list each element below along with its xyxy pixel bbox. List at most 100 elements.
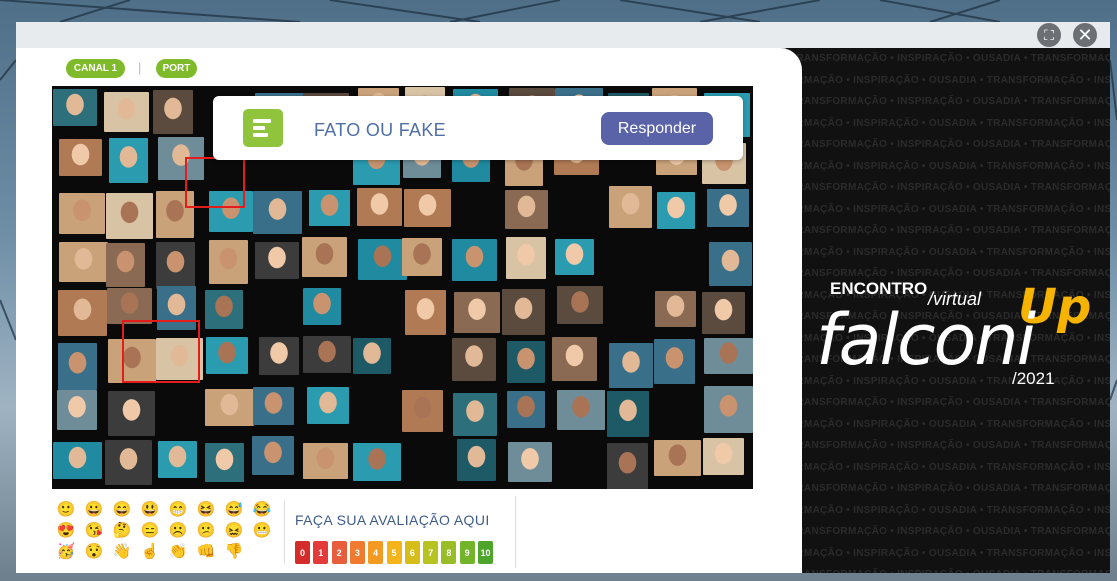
participant-tile	[502, 289, 545, 335]
participant-tile	[206, 337, 248, 374]
logo-year: /2021	[1012, 369, 1055, 388]
participant-tile	[302, 237, 347, 277]
participant-tile	[259, 337, 299, 375]
participant-tile	[506, 237, 546, 279]
participant-tile	[609, 343, 653, 388]
participant-tile	[303, 288, 341, 325]
participant-tile	[452, 239, 497, 281]
participant-tile	[105, 440, 152, 485]
participant-tile	[104, 92, 149, 132]
reaction-emoji[interactable]: 🥳	[56, 542, 76, 562]
participant-tile	[59, 242, 108, 282]
reaction-emoji[interactable]: 🤔	[112, 521, 132, 541]
rating-0-button[interactable]: 0	[295, 541, 310, 564]
participant-tile	[106, 243, 145, 287]
rating-8-button[interactable]: 8	[441, 541, 457, 564]
participant-tile	[156, 242, 195, 289]
reaction-emoji[interactable]: 😖	[224, 521, 244, 541]
reaction-emoji[interactable]: 😅	[224, 500, 244, 520]
participant-tile	[404, 189, 451, 227]
participant-tile	[402, 238, 442, 276]
participant-tile	[353, 443, 401, 481]
reaction-emoji[interactable]: 😂	[252, 500, 272, 520]
participant-tile	[205, 443, 244, 482]
reaction-emoji[interactable]: 😀	[84, 500, 104, 520]
participant-tile	[253, 387, 294, 425]
participant-tile	[609, 186, 652, 228]
participant-tile	[704, 386, 753, 433]
participant-tile	[709, 242, 752, 286]
participant-tile	[59, 193, 105, 234]
participant-tile	[303, 443, 348, 479]
rating-5-button[interactable]: 5	[386, 541, 402, 564]
reaction-emoji[interactable]: 👎	[224, 542, 244, 562]
reaction-emoji[interactable]: 😆	[196, 500, 216, 520]
language-button[interactable]: PORT	[156, 59, 197, 78]
participant-tile	[109, 138, 148, 183]
reaction-emoji[interactable]: ☹️	[168, 521, 188, 541]
rating-3-button[interactable]: 3	[349, 541, 365, 564]
fullscreen-icon[interactable]: ⛶	[1037, 23, 1061, 47]
participant-tile	[59, 139, 102, 176]
reaction-emoji[interactable]: 😬	[252, 521, 272, 541]
participant-tile	[303, 336, 351, 373]
rating-10-button[interactable]: 10	[478, 541, 493, 564]
participant-tile	[655, 291, 696, 327]
channel-button[interactable]: CANAL 1	[66, 59, 125, 78]
reaction-emoji[interactable]: ☝️	[140, 542, 160, 562]
reaction-emoji[interactable]: 😑	[140, 521, 160, 541]
participant-tile	[557, 286, 603, 324]
participant-tile	[255, 242, 299, 279]
event-brand-panel: TRANSFORMAÇÃO • INSPIRAÇÃO • OUSADIA • T…	[786, 48, 1110, 573]
reaction-emoji[interactable]: 😃	[140, 500, 160, 520]
participant-tile	[205, 389, 254, 426]
reaction-emoji[interactable]: 😁	[168, 500, 188, 520]
respond-button[interactable]: Responder	[601, 112, 713, 145]
participant-tile	[457, 439, 496, 481]
logo-encontro: ENCONTRO	[830, 279, 928, 298]
reaction-emoji[interactable]: 👏	[168, 542, 188, 562]
reaction-emoji[interactable]: 👊	[196, 542, 216, 562]
highlight-box	[122, 320, 200, 383]
participant-tile	[454, 292, 500, 333]
participant-tile	[607, 391, 649, 437]
reaction-emoji[interactable]: 😕	[196, 521, 216, 541]
participant-tile	[453, 393, 497, 436]
reaction-emoji[interactable]: 👋	[112, 542, 132, 562]
participant-tile	[357, 188, 402, 226]
participant-tile	[402, 390, 443, 432]
participant-tile	[57, 390, 97, 430]
rating-1-button[interactable]: 1	[313, 541, 329, 564]
reaction-emoji[interactable]: 😍	[56, 521, 76, 541]
reaction-emoji[interactable]: 😯	[84, 542, 104, 562]
reaction-emoji[interactable]: 😄	[112, 500, 132, 520]
rating-7-button[interactable]: 7	[423, 541, 439, 564]
participant-tile	[707, 189, 749, 227]
participant-tile	[58, 343, 97, 390]
participant-tile	[702, 292, 745, 334]
participant-tile	[654, 440, 701, 476]
participant-tile	[508, 442, 552, 482]
participant-tile	[353, 338, 391, 374]
participant-tile	[53, 89, 97, 126]
participant-tile	[557, 390, 605, 430]
reaction-emoji[interactable]: 🙂	[56, 500, 76, 520]
close-icon[interactable]: ✕	[1073, 23, 1097, 47]
poll-icon	[243, 109, 283, 147]
participant-tile	[209, 240, 248, 284]
rating-2-button[interactable]: 2	[331, 541, 347, 564]
participant-tile	[607, 443, 648, 489]
divider	[284, 500, 285, 564]
participant-tile	[253, 191, 302, 234]
participant-tile	[552, 337, 597, 381]
rating-4-button[interactable]: 4	[368, 541, 384, 564]
participant-tile	[405, 290, 446, 335]
participant-tile	[307, 387, 349, 424]
rating-9-button[interactable]: 9	[459, 541, 475, 564]
participant-tile	[555, 239, 594, 275]
rating-6-button[interactable]: 6	[404, 541, 420, 564]
participant-tile	[107, 288, 152, 324]
reaction-emoji[interactable]: 😘	[84, 521, 104, 541]
participant-tile	[58, 290, 107, 336]
quiz-card: FATO OU FAKE Responder	[213, 96, 743, 160]
